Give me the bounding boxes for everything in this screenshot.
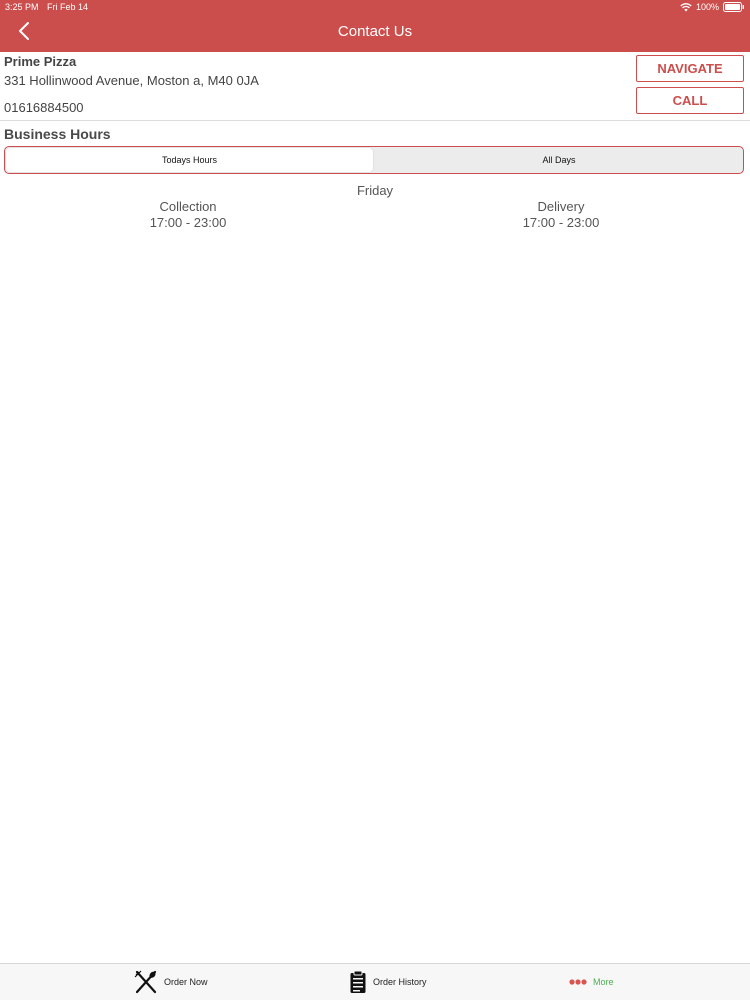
- tab-order-now-label: Order Now: [164, 977, 208, 987]
- status-indicators: 100%: [680, 1, 745, 13]
- dots-icon: [569, 979, 587, 985]
- hours-segmented-control: Todays Hours All Days: [4, 146, 744, 174]
- battery-icon: [723, 2, 745, 12]
- nav-bar: 3:25 PM Fri Feb 14 100% Contact Us: [0, 0, 750, 52]
- tab-all-days[interactable]: All Days: [375, 147, 743, 173]
- page-title: Contact Us: [337, 23, 413, 40]
- delivery-label: Delivery: [537, 199, 585, 214]
- collection-time: 17:00 - 23:00: [149, 215, 227, 230]
- wifi-icon: [680, 2, 692, 12]
- tab-more-label: More: [593, 977, 614, 987]
- store-info: Prime Pizza 331 Hollinwood Avenue, Mosto…: [0, 52, 750, 121]
- contact-us-screen: 3:25 PM Fri Feb 14 100% Contact Us Prime…: [0, 0, 750, 1000]
- tab-order-history[interactable]: Order History: [349, 964, 427, 1000]
- clipboard-icon: [349, 970, 367, 994]
- delivery-time: 17:00 - 23:00: [522, 215, 600, 230]
- status-date: Fri Feb 14: [47, 2, 89, 12]
- status-time: 3:25 PM: [5, 2, 39, 12]
- day-label: Friday: [356, 183, 394, 198]
- store-address: 331 Hollinwood Avenue, Moston a, M40 0JA: [4, 73, 259, 88]
- tab-bar: Order Now Order History More: [0, 963, 750, 1000]
- collection-label: Collection: [159, 199, 217, 214]
- delivery-hours: Delivery 17:00 - 23:00: [461, 199, 661, 231]
- tab-order-history-label: Order History: [373, 977, 427, 987]
- tab-more[interactable]: More: [569, 964, 614, 1000]
- store-name: Prime Pizza: [4, 54, 77, 69]
- tab-order-now[interactable]: Order Now: [134, 964, 208, 1000]
- call-button[interactable]: CALL: [636, 87, 744, 114]
- navigate-button[interactable]: NAVIGATE: [636, 55, 744, 82]
- store-phone: 01616884500: [4, 100, 84, 115]
- collection-hours: Collection 17:00 - 23:00: [88, 199, 288, 231]
- fork-knife-icon: [134, 970, 158, 994]
- battery-percent: 100%: [695, 2, 719, 12]
- business-hours-heading: Business Hours: [4, 126, 111, 142]
- tab-todays-hours[interactable]: Todays Hours: [6, 148, 373, 172]
